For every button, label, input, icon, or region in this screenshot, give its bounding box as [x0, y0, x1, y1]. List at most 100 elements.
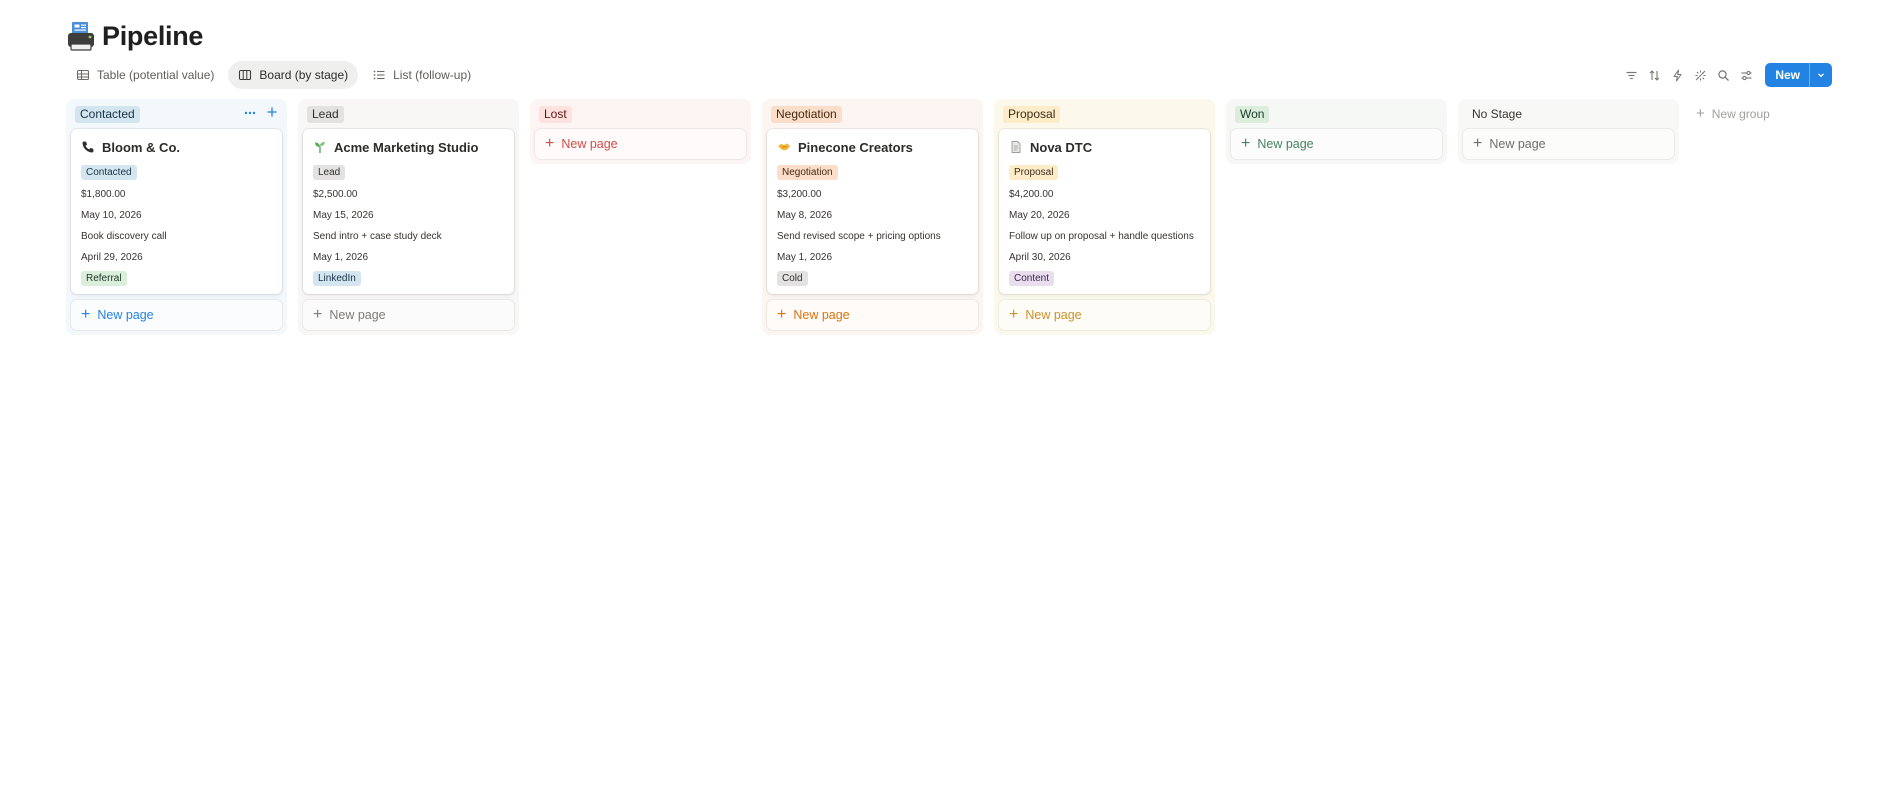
- follow-up-date: May 1, 2026: [313, 252, 369, 263]
- column-contacted: Contacted Bloom & Co. Contacted $1,800.0…: [66, 99, 287, 335]
- column-lost: Lost + New page: [530, 99, 751, 164]
- new-page-button[interactable]: + New page: [1463, 129, 1674, 159]
- view-tabs: Table (potential value) Board (by stage)…: [66, 61, 481, 89]
- chevron-down-icon[interactable]: [1809, 63, 1832, 87]
- new-page-label: New page: [1257, 137, 1314, 151]
- more-icon[interactable]: [243, 105, 257, 123]
- new-page-label: New page: [1489, 137, 1546, 151]
- column-won: Won + New page: [1226, 99, 1447, 164]
- board-icon: [238, 68, 252, 82]
- document-icon: [1009, 140, 1023, 154]
- stage-tag: Proposal: [1009, 165, 1059, 180]
- new-group-label: New group: [1711, 107, 1770, 121]
- card-title: Nova DTC: [1030, 139, 1093, 155]
- tab-label: Table (potential value): [97, 68, 215, 82]
- column-header: Lead: [303, 103, 514, 129]
- card-title-row: Bloom & Co.: [81, 137, 272, 157]
- close-date: May 8, 2026: [777, 210, 833, 221]
- plus-icon: +: [1696, 105, 1705, 122]
- page-header: Pipeline: [66, 20, 203, 52]
- follow-up-date: May 1, 2026: [777, 252, 833, 263]
- new-page-button[interactable]: + New page: [303, 300, 514, 330]
- new-page-button[interactable]: + New page: [999, 300, 1210, 330]
- pipeline-page: Pipeline Table (potential value) Board (…: [0, 0, 1882, 790]
- board: Contacted Bloom & Co. Contacted $1,800.0…: [66, 99, 1822, 335]
- automation-icon[interactable]: [1669, 62, 1686, 88]
- column-header: Lost: [535, 103, 746, 129]
- stage-label[interactable]: Contacted: [75, 105, 140, 123]
- tab-table-potential-value[interactable]: Table (potential value): [66, 61, 224, 89]
- column-header: No Stage: [1463, 103, 1674, 129]
- stage-label[interactable]: Proposal: [1003, 105, 1061, 123]
- seedling-icon: [313, 140, 327, 154]
- card-title: Acme Marketing Studio: [334, 139, 479, 155]
- plus-icon: +: [545, 135, 555, 152]
- new-page-label: New page: [561, 137, 618, 151]
- plus-icon: +: [1009, 306, 1019, 323]
- stage-tag: Lead: [313, 165, 346, 180]
- card-acme-marketing-studio[interactable]: Acme Marketing Studio Lead $2,500.00 May…: [303, 129, 514, 294]
- column-actions: [243, 105, 278, 123]
- settings-icon[interactable]: [1738, 62, 1755, 88]
- new-page-button[interactable]: + New page: [535, 129, 746, 159]
- ai-sparkle-icon[interactable]: [1692, 62, 1709, 88]
- handshake-icon: [777, 140, 791, 154]
- list-icon: [372, 68, 386, 82]
- card-nova-dtc[interactable]: Nova DTC Proposal $4,200.00 May 20, 2026…: [999, 129, 1210, 294]
- new-page-button[interactable]: + New page: [767, 300, 978, 330]
- plus-icon: +: [777, 306, 787, 323]
- next-step: Book discovery call: [81, 231, 167, 242]
- potential-value: $3,200.00: [777, 189, 822, 200]
- close-date: May 15, 2026: [313, 210, 374, 221]
- card-title-row: Pinecone Creators: [777, 137, 968, 157]
- plus-icon: +: [1241, 135, 1251, 152]
- source-tag: LinkedIn: [313, 271, 361, 286]
- plus-icon: +: [313, 306, 323, 323]
- column-lead: Lead Acme Marketing Studio Lead $2,500.0…: [298, 99, 519, 335]
- stage-label[interactable]: Lost: [539, 105, 572, 123]
- potential-value: $1,800.00: [81, 189, 126, 200]
- card-title: Bloom & Co.: [102, 139, 180, 155]
- plus-icon[interactable]: [266, 105, 278, 123]
- stage-label[interactable]: Negotiation: [771, 105, 842, 123]
- table-icon: [76, 68, 90, 82]
- source-tag: Content: [1009, 271, 1055, 286]
- potential-value: $4,200.00: [1009, 189, 1054, 200]
- page-title: Pipeline: [102, 20, 204, 51]
- close-date: May 20, 2026: [1009, 210, 1070, 221]
- stage-label[interactable]: Won: [1235, 105, 1270, 123]
- tab-list-follow-up[interactable]: List (follow-up): [362, 61, 481, 89]
- plus-icon: +: [81, 306, 91, 323]
- column-negotiation: Negotiation Pinecone Creators Negotiatio…: [762, 99, 983, 335]
- new-page-button[interactable]: + New page: [71, 300, 282, 330]
- stage-label[interactable]: No Stage: [1467, 106, 1527, 122]
- column-proposal: Proposal Nova DTC Proposal $4,200.00 May…: [994, 99, 1215, 335]
- follow-up-date: April 30, 2026: [1009, 252, 1071, 263]
- sort-icon[interactable]: [1646, 62, 1663, 88]
- card-pinecone-creators[interactable]: Pinecone Creators Negotiation $3,200.00 …: [767, 129, 978, 294]
- card-title-row: Acme Marketing Studio: [313, 137, 504, 157]
- tab-label: List (follow-up): [393, 68, 472, 82]
- column-header: Won: [1231, 103, 1442, 129]
- column-header: Negotiation: [767, 103, 978, 129]
- phone-icon: [81, 140, 95, 154]
- card-bloom-and-co[interactable]: Bloom & Co. Contacted $1,800.00 May 10, …: [71, 129, 282, 294]
- new-page-label: New page: [793, 308, 850, 322]
- next-step: Send intro + case study deck: [313, 231, 442, 242]
- stage-tag: Negotiation: [777, 165, 838, 180]
- printer-icon[interactable]: [66, 20, 96, 52]
- new-button-label: New: [1775, 68, 1800, 82]
- stage-label[interactable]: Lead: [307, 105, 344, 123]
- tab-board-by-stage[interactable]: Board (by stage): [228, 61, 359, 89]
- source-tag: Cold: [777, 271, 808, 286]
- new-group-button[interactable]: + New group: [1690, 99, 1822, 129]
- filter-icon[interactable]: [1623, 62, 1640, 88]
- stage-tag: Contacted: [81, 165, 137, 180]
- new-button[interactable]: New: [1765, 63, 1832, 87]
- new-page-button[interactable]: + New page: [1231, 129, 1442, 159]
- new-page-label: New page: [1025, 308, 1082, 322]
- card-title-row: Nova DTC: [1009, 137, 1200, 157]
- search-icon[interactable]: [1715, 62, 1732, 88]
- next-step: Follow up on proposal + handle questions: [1009, 231, 1194, 242]
- view-toolbar: New: [1623, 62, 1832, 88]
